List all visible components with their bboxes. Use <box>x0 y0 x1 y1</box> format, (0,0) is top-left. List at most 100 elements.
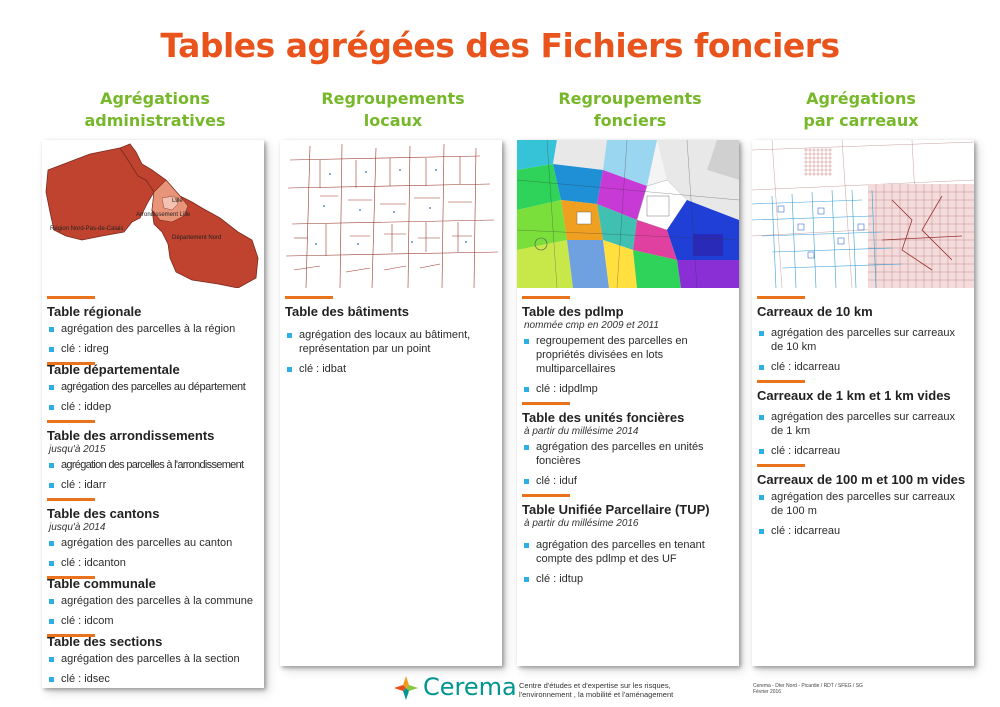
list-item: clé : idcom <box>47 614 260 628</box>
section-table-regionale: Table régionale agrégation des parcelles… <box>47 296 260 356</box>
item-list: agrégation des parcelles sur carreaux de… <box>757 490 970 538</box>
land-units-map-image <box>517 140 739 288</box>
list-item: agrégation des parcelles au canton <box>47 536 260 550</box>
list-item: agrégation des locaux au bâtiment, repré… <box>285 328 498 356</box>
heading-line: Regroupements <box>558 89 702 108</box>
section-title: Carreaux de 10 km <box>757 304 873 319</box>
section-table-sections: Table des sections agrégation des parcel… <box>47 634 260 686</box>
heading-line: Agrégations <box>806 89 916 108</box>
column-heading-carreaux: Agrégations par carreaux <box>756 88 966 132</box>
section-title: Table des pdlmp <box>522 304 624 319</box>
list-item: agrégation des parcelles sur carreaux de… <box>757 410 970 438</box>
section-title: Carreaux de 100 m et 100 m vides <box>757 472 966 487</box>
page-title: Tables agrégées des Fichiers fonciers <box>160 26 840 65</box>
section-table-departementale: Table départementale agrégation des parc… <box>47 362 260 414</box>
list-item: clé : idbat <box>285 362 498 376</box>
card-regroupements-fonciers: Table des pdlmp nommée cmp en 2009 et 20… <box>517 140 739 666</box>
section-title: Carreaux de 1 km et 1 km vides <box>757 388 951 403</box>
item-list: agrégation des parcelles au canton clé :… <box>47 536 260 570</box>
section-title: Table communale <box>47 576 156 591</box>
section-table-arrondissements: Table des arrondissements jusqu'à 2015 a… <box>47 420 260 492</box>
heading-line: administratives <box>84 111 226 130</box>
list-item: agrégation des parcelles à l'arrondissem… <box>47 458 260 472</box>
section-subtitle: à partir du millésime 2014 <box>524 426 639 437</box>
buildings-plan-image <box>280 140 502 288</box>
logo-wordmark: Cerema <box>423 673 517 701</box>
list-item: agrégation des parcelles à la région <box>47 322 260 336</box>
section-title: Table des cantons <box>47 506 160 521</box>
list-item: agrégation des parcelles à la section <box>47 652 260 666</box>
cerema-logo-icon <box>394 676 418 700</box>
list-item: clé : iduf <box>522 474 735 488</box>
heading-line: fonciers <box>593 111 667 130</box>
section-title: Table régionale <box>47 304 142 319</box>
section-subtitle: jusqu'à 2015 <box>49 444 106 455</box>
section-carreaux-100m: Carreaux de 100 m et 100 m vides agrégat… <box>757 464 970 538</box>
column-heading-fonciers: Regroupements fonciers <box>525 88 735 132</box>
section-table-cantons: Table des cantons jusqu'à 2014 agrégatio… <box>47 498 260 570</box>
section-subtitle: nommée cmp en 2009 et 2011 <box>524 320 659 331</box>
list-item: clé : idcarreau <box>757 360 970 374</box>
footer-description: Centre d'études et d'expertise sur les r… <box>519 681 674 699</box>
list-item: agrégation des parcelles à la commune <box>47 594 260 608</box>
section-subtitle: à partir du millésime 2016 <box>524 518 639 529</box>
list-item: clé : iddep <box>47 400 260 414</box>
list-item: clé : idtup <box>522 572 735 586</box>
list-item: clé : idcanton <box>47 556 260 570</box>
card-agregations-carreaux: Carreaux de 10 km agrégation des parcell… <box>752 140 974 666</box>
item-list: agrégation des parcelles sur carreaux de… <box>757 410 970 458</box>
item-list: agrégation des parcelles à la région clé… <box>47 322 260 356</box>
map-label-arrondissement: Arrondissement Lille <box>136 212 191 218</box>
list-item: regroupement des parcelles en propriétés… <box>522 334 735 376</box>
item-list: agrégation des parcelles à la section cl… <box>47 652 260 686</box>
section-title: Table des sections <box>47 634 163 649</box>
map-label-lille: Lille <box>172 198 183 204</box>
item-list: agrégation des parcelles en tenant compt… <box>522 538 735 586</box>
grid-squares-map-image <box>752 140 974 288</box>
section-title: Table des arrondissements <box>47 428 215 443</box>
card-regroupements-locaux: Table des bâtiments agrégation des locau… <box>280 140 502 666</box>
item-list: agrégation des parcelles à la commune cl… <box>47 594 260 628</box>
section-title: Table Unifiée Parcellaire (TUP) <box>522 502 710 517</box>
item-list: agrégation des parcelles sur carreaux de… <box>757 326 970 374</box>
section-subtitle: jusqu'à 2014 <box>49 522 106 533</box>
section-title: Table des bâtiments <box>285 304 410 319</box>
item-list: regroupement des parcelles en propriétés… <box>522 334 735 396</box>
list-item: agrégation des parcelles sur carreaux de… <box>757 490 970 518</box>
section-title: Table des unités foncières <box>522 410 685 425</box>
heading-line: Agrégations <box>100 89 210 108</box>
list-item: clé : idreg <box>47 342 260 356</box>
column-heading-locaux: Regroupements locaux <box>288 88 498 132</box>
list-item: clé : idcarreau <box>757 444 970 458</box>
section-table-batiments: Table des bâtiments agrégation des locau… <box>285 296 498 376</box>
list-item: agrégation des parcelles au département <box>47 380 260 394</box>
list-item: agrégation des parcelles sur carreaux de… <box>757 326 970 354</box>
sections-list: Table des pdlmp nommée cmp en 2009 et 20… <box>517 288 739 592</box>
heading-line: locaux <box>363 111 423 130</box>
section-table-unites-foncieres: Table des unités foncières à partir du m… <box>522 402 735 488</box>
map-label-departement: Département Nord <box>172 235 221 241</box>
item-list: agrégation des locaux au bâtiment, repré… <box>285 328 498 376</box>
item-list: agrégation des parcelles à l'arrondissem… <box>47 458 260 492</box>
list-item: clé : idcarreau <box>757 524 970 538</box>
section-table-communale: Table communale agrégation des parcelles… <box>47 576 260 628</box>
section-title: Table départementale <box>47 362 180 377</box>
list-item: agrégation des parcelles en unités fonci… <box>522 440 735 468</box>
list-item: clé : idarr <box>47 478 260 492</box>
heading-line: par carreaux <box>803 111 919 130</box>
sections-list: Table régionale agrégation des parcelles… <box>42 288 264 692</box>
section-carreaux-10km: Carreaux de 10 km agrégation des parcell… <box>757 296 970 374</box>
section-table-pdlmp: Table des pdlmp nommée cmp en 2009 et 20… <box>522 296 735 396</box>
card-agregations-administratives: Lille Arrondissement Lille Région Nord-P… <box>42 140 264 688</box>
region-map-image: Lille Arrondissement Lille Région Nord-P… <box>42 140 264 288</box>
map-label-region: Région Nord-Pas-de-Calais <box>50 226 123 232</box>
column-heading-administratives: Agrégations administratives <box>50 88 260 132</box>
section-table-tup: Table Unifiée Parcellaire (TUP) à partir… <box>522 494 735 586</box>
cerema-logo: Cerema <box>392 673 517 704</box>
list-item: clé : idsec <box>47 672 260 686</box>
list-item: clé : idpdlmp <box>522 382 735 396</box>
item-list: agrégation des parcelles en unités fonci… <box>522 440 735 488</box>
credit-line: Février 2016 <box>753 689 782 695</box>
footer-credit: Cerema - Dter Nord - Picardie / RDT / SF… <box>753 683 913 695</box>
list-item: agrégation des parcelles en tenant compt… <box>522 538 735 566</box>
